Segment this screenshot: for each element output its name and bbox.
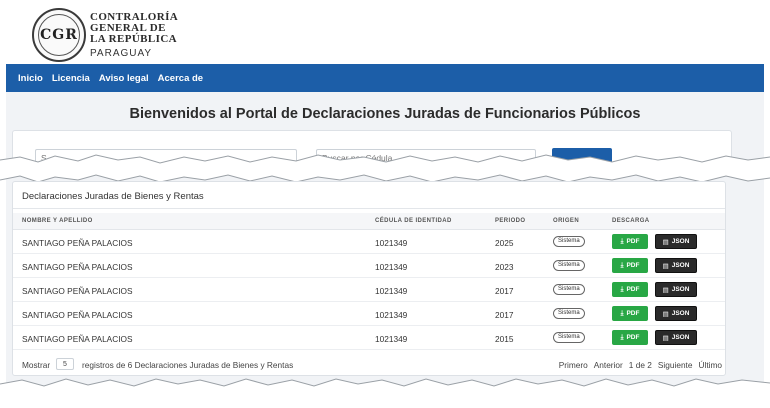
origin-badge: Sistema bbox=[553, 284, 585, 295]
cell-cedula: 1021349 bbox=[375, 310, 408, 320]
download-pdf-button[interactable]: ⤓ PDF bbox=[612, 234, 648, 249]
download-icon: ⤓ bbox=[620, 309, 624, 317]
torn-edge-bottom bbox=[0, 378, 770, 408]
file-icon: ▤ bbox=[662, 310, 669, 318]
cell-cedula: 1021349 bbox=[375, 262, 408, 272]
header-cedula: Cédula de Identidad bbox=[375, 218, 452, 224]
cell-cedula: 1021349 bbox=[375, 286, 408, 296]
table-row: SANTIAGO PEÑA PALACIOS 1021349 2017 Sist… bbox=[13, 302, 725, 326]
json-label: JSON bbox=[671, 310, 690, 317]
cell-periodo: 2023 bbox=[495, 262, 514, 272]
origin-badge: Sistema bbox=[553, 236, 585, 247]
table-header: Nombre y Apellido Cédula de Identidad Pe… bbox=[13, 213, 725, 230]
json-label: JSON bbox=[671, 286, 690, 293]
download-pdf-button[interactable]: ⤓ PDF bbox=[612, 306, 648, 321]
cell-nombre: SANTIAGO PEÑA PALACIOS bbox=[22, 334, 133, 344]
header-nombre: Nombre y Apellido bbox=[22, 218, 93, 224]
cgr-seal-logo: CGR bbox=[32, 8, 86, 62]
table-row: SANTIAGO PEÑA PALACIOS 1021349 2025 Sist… bbox=[13, 230, 725, 254]
download-json-button[interactable]: ▤ JSON bbox=[655, 282, 697, 297]
nav-item-inicio[interactable]: Inicio bbox=[18, 73, 43, 84]
download-pdf-button[interactable]: ⤓ PDF bbox=[612, 330, 648, 345]
table-title: Declaraciones Juradas de Bienes y Rentas bbox=[22, 191, 204, 202]
cell-cedula: 1021349 bbox=[375, 238, 408, 248]
nav-item-licencia[interactable]: Licencia bbox=[52, 73, 90, 84]
download-json-button[interactable]: ▤ JSON bbox=[655, 258, 697, 273]
seal-text: CGR bbox=[38, 14, 80, 56]
welcome-title: Bienvenidos al Portal de Declaraciones J… bbox=[129, 106, 641, 122]
table-row: SANTIAGO PEÑA PALACIOS 1021349 2015 Sist… bbox=[13, 326, 725, 350]
header-periodo: Periodo bbox=[495, 218, 526, 224]
origin-badge: Sistema bbox=[553, 308, 585, 319]
cell-nombre: SANTIAGO PEÑA PALACIOS bbox=[22, 286, 133, 296]
org-name: CONTRALORÍA GENERAL DE LA REPÚBLICA PARA… bbox=[90, 12, 178, 60]
org-line-3: LA REPÚBLICA bbox=[90, 33, 178, 45]
download-json-button[interactable]: ▤ JSON bbox=[655, 234, 697, 249]
download-icon: ⤓ bbox=[620, 261, 624, 269]
nav-item-acerca-de[interactable]: Acerca de bbox=[158, 73, 203, 84]
download-pdf-button[interactable]: ⤓ PDF bbox=[612, 282, 648, 297]
header-descarga: Descarga bbox=[612, 218, 650, 224]
pdf-label: PDF bbox=[626, 238, 640, 245]
org-country: PARAGUAY bbox=[90, 48, 153, 59]
json-label: JSON bbox=[671, 262, 690, 269]
file-icon: ▤ bbox=[662, 238, 669, 246]
pdf-label: PDF bbox=[626, 334, 640, 341]
cell-nombre: SANTIAGO PEÑA PALACIOS bbox=[22, 262, 133, 272]
cell-periodo: 2017 bbox=[495, 310, 514, 320]
nav-item-aviso-legal[interactable]: Aviso legal bbox=[99, 73, 149, 84]
table-row: SANTIAGO PEÑA PALACIOS 1021349 2017 Sist… bbox=[13, 278, 725, 302]
origin-badge: Sistema bbox=[553, 260, 585, 271]
pdf-label: PDF bbox=[626, 310, 640, 317]
download-pdf-button[interactable]: ⤓ PDF bbox=[612, 258, 648, 273]
cell-nombre: SANTIAGO PEÑA PALACIOS bbox=[22, 238, 133, 248]
download-json-button[interactable]: ▤ JSON bbox=[655, 330, 697, 345]
cell-periodo: 2017 bbox=[495, 286, 514, 296]
pdf-label: PDF bbox=[626, 262, 640, 269]
header: CGR CONTRALORÍA GENERAL DE LA REPÚBLICA … bbox=[6, 6, 764, 64]
download-icon: ⤓ bbox=[620, 237, 624, 245]
table-row: SANTIAGO PEÑA PALACIOS 1021349 2023 Sist… bbox=[13, 254, 725, 278]
cell-nombre: SANTIAGO PEÑA PALACIOS bbox=[22, 310, 133, 320]
download-icon: ⤓ bbox=[620, 285, 624, 293]
file-icon: ▤ bbox=[662, 262, 669, 270]
header-origen: Origen bbox=[553, 218, 580, 224]
download-icon: ⤓ bbox=[620, 333, 624, 341]
pdf-label: PDF bbox=[626, 286, 640, 293]
json-label: JSON bbox=[671, 238, 690, 245]
file-icon: ▤ bbox=[662, 286, 669, 294]
cell-periodo: 2025 bbox=[495, 238, 514, 248]
card-divider bbox=[13, 208, 725, 209]
page: CGR CONTRALORÍA GENERAL DE LA REPÚBLICA … bbox=[0, 0, 770, 408]
declarations-table-card: Declaraciones Juradas de Bienes y Rentas… bbox=[12, 181, 726, 376]
cell-cedula: 1021349 bbox=[375, 334, 408, 344]
origin-badge: Sistema bbox=[553, 332, 585, 343]
file-icon: ▤ bbox=[662, 334, 669, 342]
json-label: JSON bbox=[671, 334, 690, 341]
download-json-button[interactable]: ▤ JSON bbox=[655, 306, 697, 321]
cell-periodo: 2015 bbox=[495, 334, 514, 344]
navbar: Inicio Licencia Aviso legal Acerca de bbox=[6, 64, 764, 92]
